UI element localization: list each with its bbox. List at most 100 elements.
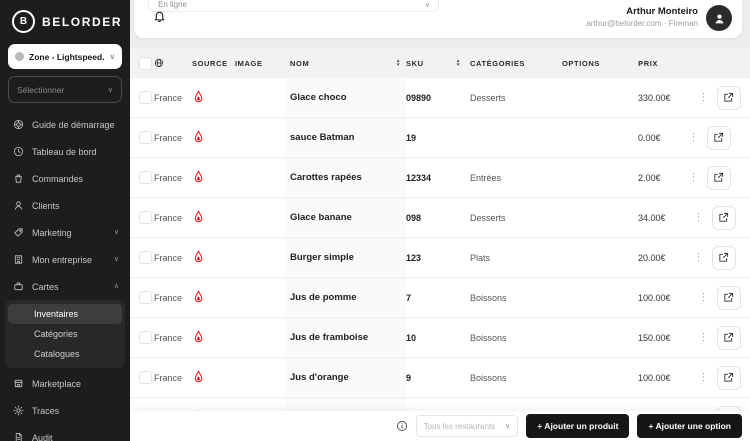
open-product-button[interactable] xyxy=(717,86,741,110)
product-sku: 19 xyxy=(406,133,416,143)
secondary-select[interactable]: Sélectionner ∨ xyxy=(8,76,122,103)
row-menu-icon[interactable]: ⋮ xyxy=(691,372,717,383)
product-price: 330.00€ xyxy=(638,93,691,103)
row-menu-icon[interactable]: ⋮ xyxy=(686,252,712,263)
product-category: Boissons xyxy=(470,293,562,303)
product-price: 150.00€ xyxy=(638,333,691,343)
row-menu-icon[interactable]: ⋮ xyxy=(681,132,707,143)
user-name: Arthur Monteiro xyxy=(586,6,698,17)
online-status-select[interactable]: En ligne ∨ xyxy=(148,0,439,12)
table-row: France sauce Batman 19 0.00€ ⋮ xyxy=(130,118,750,158)
sidebar-subitem-catalogues[interactable]: Catalogues xyxy=(8,344,122,364)
online-status-value: En ligne xyxy=(158,0,187,9)
user-icon xyxy=(13,200,24,211)
table-header-row: SOURCE IMAGE NOM ▴▾ SKU ▴▾ CATÉGORIES OP… xyxy=(130,48,750,78)
table-row: France Jus de framboise 10 Boissons 150.… xyxy=(130,318,750,358)
add-option-button[interactable]: + Ajouter une option xyxy=(637,414,742,438)
chevron-down-icon: ∨ xyxy=(425,1,430,9)
sidebar-item-marketing[interactable]: Marketing∨ xyxy=(0,219,130,246)
product-name: sauce Batman xyxy=(290,132,354,143)
row-country: France xyxy=(154,133,192,143)
sort-name-icon[interactable]: ▴▾ xyxy=(397,59,400,67)
product-name: Glace banane xyxy=(290,212,352,223)
row-checkbox[interactable] xyxy=(139,91,152,104)
product-price: 100.00€ xyxy=(638,293,691,303)
sidebar: B BELORDER Zone - Lightspeed... ∨ Sélect… xyxy=(0,0,130,441)
sidebar-item-company[interactable]: Mon entreprise∨ xyxy=(0,246,130,273)
row-country: France xyxy=(154,293,192,303)
sidebar-item-marketplace[interactable]: Marketplace xyxy=(0,370,130,397)
row-checkbox[interactable] xyxy=(139,171,152,184)
row-checkbox[interactable] xyxy=(139,331,152,344)
sidebar-item-label: Traces xyxy=(32,406,59,416)
store-icon xyxy=(13,378,24,389)
zone-status-dot xyxy=(15,52,24,61)
row-menu-icon[interactable]: ⋮ xyxy=(691,92,717,103)
open-product-button[interactable] xyxy=(707,166,731,190)
row-menu-icon[interactable]: ⋮ xyxy=(691,332,717,343)
brand-logo-icon: B xyxy=(12,10,35,33)
row-country: France xyxy=(154,93,192,103)
sidebar-item-traces[interactable]: Traces xyxy=(0,397,130,424)
col-header-sku: SKU ▴▾ xyxy=(406,59,470,68)
open-product-button[interactable] xyxy=(712,246,736,270)
sidebar-item-audit[interactable]: Audit xyxy=(0,424,130,441)
sidebar-subitem-inventaires[interactable]: Inventaires xyxy=(8,304,122,324)
lightspeed-flame-icon xyxy=(192,290,235,305)
product-category: Desserts xyxy=(470,213,562,223)
avatar[interactable] xyxy=(706,5,732,31)
lightspeed-flame-icon xyxy=(192,210,235,225)
sidebar-item-cartes[interactable]: Cartes∧ xyxy=(0,273,130,300)
lightspeed-flame-icon xyxy=(192,250,235,265)
user-menu[interactable]: Arthur Monteiro arthur@belorder.com · Fi… xyxy=(586,6,698,28)
row-checkbox[interactable] xyxy=(139,211,152,224)
open-product-button[interactable] xyxy=(712,206,736,230)
row-checkbox[interactable] xyxy=(139,131,152,144)
chevron-up-icon: ∧ xyxy=(114,282,122,292)
select-all-checkbox[interactable] xyxy=(139,57,152,70)
sidebar-item-label: Audit xyxy=(32,433,53,441)
sidebar-item-clients[interactable]: Clients xyxy=(0,192,130,219)
lightspeed-flame-icon xyxy=(192,130,235,145)
bag-icon xyxy=(13,173,24,184)
sidebar-subitem-categories[interactable]: Catégories xyxy=(8,324,122,344)
lightspeed-flame-icon xyxy=(192,330,235,345)
row-menu-icon[interactable]: ⋮ xyxy=(681,172,707,183)
sidebar-item-dashboard[interactable]: Tableau de bord xyxy=(0,138,130,165)
col-header-options: OPTIONS xyxy=(562,59,638,68)
sidebar-item-orders[interactable]: Commandes xyxy=(0,165,130,192)
open-product-button[interactable] xyxy=(717,326,741,350)
info-icon[interactable] xyxy=(396,420,408,432)
open-product-button[interactable] xyxy=(707,126,731,150)
row-checkbox[interactable] xyxy=(139,251,152,264)
top-header: En ligne ∨ Arthur Monteiro arthur@belord… xyxy=(134,0,742,38)
sidebar-item-guide[interactable]: Guide de démarrage xyxy=(0,111,130,138)
chevron-down-icon: ∨ xyxy=(114,255,122,265)
add-product-button[interactable]: + Ajouter un produit xyxy=(526,414,629,438)
tag-icon xyxy=(13,227,24,238)
restaurant-select[interactable]: Tous les restaurants ∨ xyxy=(416,415,519,437)
product-price: 34.00€ xyxy=(638,213,686,223)
product-name: Glace choco xyxy=(290,92,347,103)
table-row: France Jus d'orange 9 Boissons 100.00€ ⋮ xyxy=(130,358,750,398)
sidebar-item-label: Guide de démarrage xyxy=(32,120,115,130)
row-checkbox[interactable] xyxy=(139,371,152,384)
globe-icon xyxy=(154,58,192,68)
sort-sku-icon[interactable]: ▴▾ xyxy=(457,59,460,67)
row-menu-icon[interactable]: ⋮ xyxy=(691,292,717,303)
open-product-button[interactable] xyxy=(717,366,741,390)
brand-logo[interactable]: B BELORDER xyxy=(0,0,130,41)
chevron-down-icon: ∨ xyxy=(108,86,113,94)
zone-select[interactable]: Zone - Lightspeed... ∨ xyxy=(8,44,122,69)
product-price: 20.00€ xyxy=(638,253,686,263)
notifications-bell-icon[interactable] xyxy=(153,10,166,23)
app-window: B BELORDER Zone - Lightspeed... ∨ Sélect… xyxy=(0,0,750,441)
row-menu-icon[interactable]: ⋮ xyxy=(686,212,712,223)
sidebar-nav: Guide de démarrage Tableau de bordCommand… xyxy=(0,111,130,441)
table-row: France Glace choco 09890 Desserts 330.00… xyxy=(130,78,750,118)
product-name: Jus de pomme xyxy=(290,292,357,303)
open-product-button[interactable] xyxy=(717,286,741,310)
product-sku: 09890 xyxy=(406,93,431,103)
product-category: Entrées xyxy=(470,173,562,183)
row-checkbox[interactable] xyxy=(139,291,152,304)
